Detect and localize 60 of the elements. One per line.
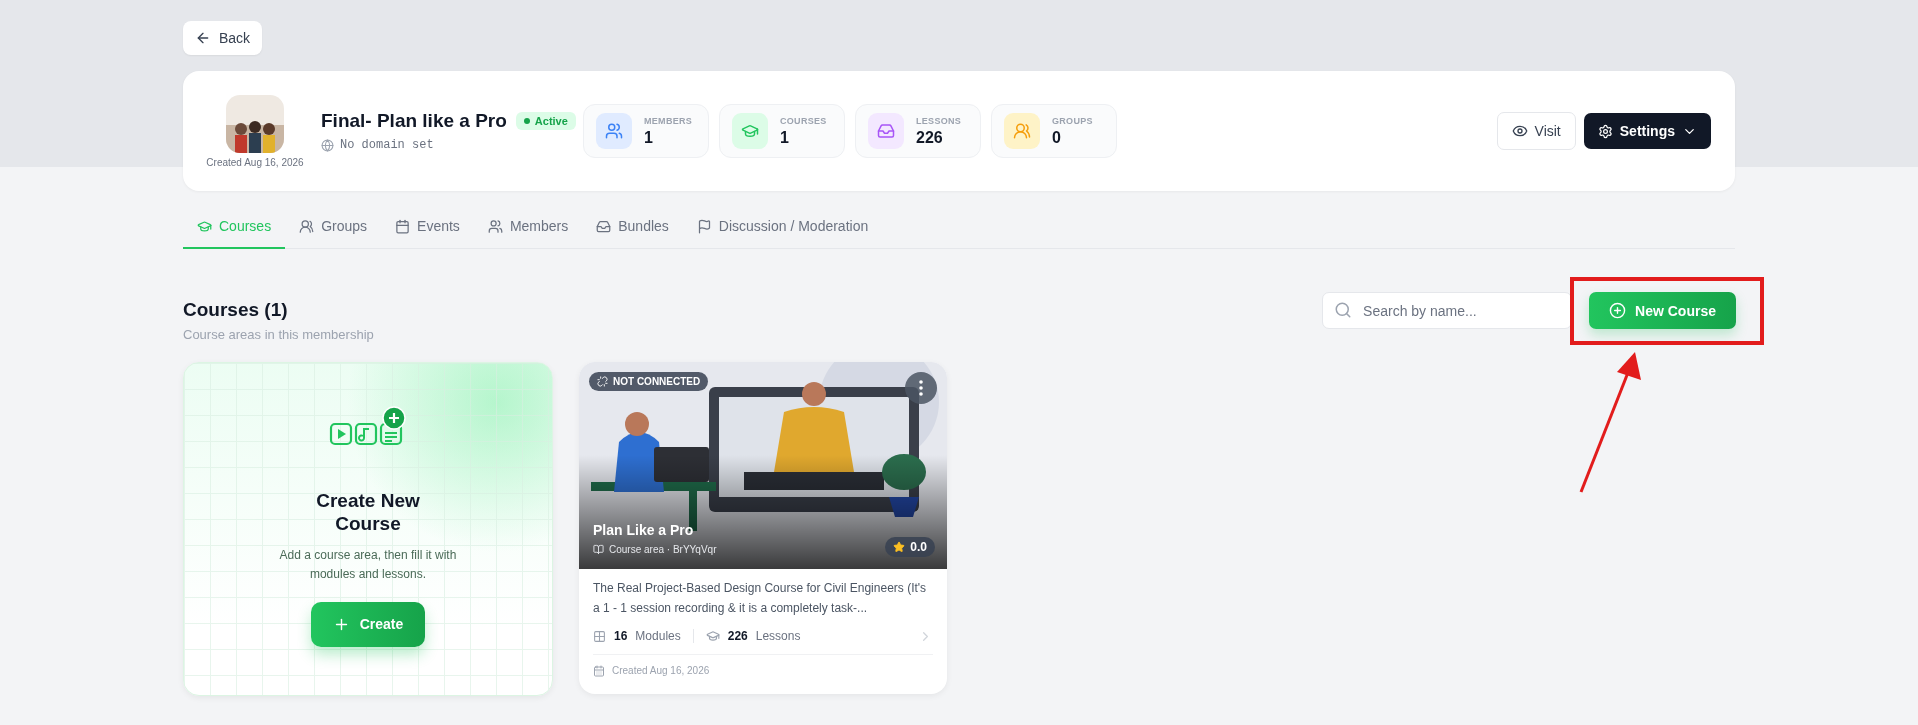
domain-text: No domain set (340, 138, 434, 152)
flag-icon (696, 218, 712, 234)
section-subtitle: Course areas in this membership (183, 327, 374, 342)
new-course-button[interactable]: New Course (1589, 292, 1736, 329)
plus-circle-icon (1609, 302, 1627, 319)
tray-icon (868, 113, 904, 149)
stat-value: 0 (1052, 128, 1062, 147)
tray-icon (596, 218, 612, 234)
tab[interactable]: Members (473, 205, 583, 249)
course-area: Course area · BrYYqVqr (609, 544, 717, 555)
settings-icon (1597, 123, 1613, 139)
course-description: The Real Project-Based Design Course for Civil Engineers (It's a 1 - 1 session recording & it is a completely task-... (593, 580, 928, 617)
calendar-icon (395, 218, 411, 234)
card-title: Create New Course (315, 490, 421, 536)
calendar-icon (593, 664, 605, 677)
modules-label: Modules (635, 629, 681, 644)
settings-button[interactable]: Settings (1583, 113, 1711, 149)
search-field[interactable]: Search by name... (1322, 292, 1573, 329)
graduation-cap-icon (732, 113, 768, 149)
membership-title: Final- Plan like a Pro (321, 110, 507, 132)
card-description: Add a course area, then fill it with modules and lessons. (278, 546, 458, 583)
connection-badge: NOT CONNECTED (589, 372, 709, 391)
status-badge: Active (515, 112, 576, 130)
stat-label: MEMBERS (644, 115, 693, 126)
stat-value: 226 (916, 128, 944, 147)
group-icon (299, 218, 315, 234)
lessons-count: 226 (727, 629, 748, 644)
created-date: Created Aug 16, 2026 (206, 156, 304, 168)
stat-label: COURSES (780, 115, 827, 126)
visit-button[interactable]: Visit (1496, 112, 1576, 150)
grid-icon (593, 629, 606, 643)
stat-value: 1 (780, 128, 790, 147)
graduation-cap-icon (705, 629, 720, 644)
tab[interactable]: Groups (285, 205, 382, 249)
people-icon (487, 218, 503, 234)
course-title: Plan Like a Pro (593, 522, 695, 538)
modules-count: 16 (614, 629, 628, 644)
eye-icon (1511, 123, 1528, 139)
globe-icon (321, 138, 334, 152)
group-icon (1004, 113, 1040, 149)
course-card[interactable] (579, 362, 947, 694)
section-title: Courses (1) (183, 299, 289, 321)
graduation-cap-icon (197, 218, 212, 234)
tab[interactable]: Bundles (582, 205, 683, 249)
stat-label: GROUPS (1052, 115, 1093, 126)
book-icon (593, 544, 604, 555)
stat-label: LESSONS (916, 115, 962, 126)
back-button[interactable]: Back (183, 21, 263, 55)
lessons-label: Lessons (755, 629, 801, 644)
tab[interactable]: Events (381, 205, 474, 249)
unlink-icon (597, 376, 608, 387)
rating-value: 0.0 (910, 540, 927, 554)
search-icon (1334, 301, 1353, 319)
stat-value: 1 (644, 128, 654, 147)
star-icon (893, 541, 906, 553)
people-icon (596, 113, 632, 149)
create-button[interactable]: Create (310, 601, 426, 647)
created-date: Created Aug 16, 2026 (612, 665, 710, 677)
tab[interactable]: Discussion / Moderation (682, 205, 883, 249)
kebab-icon (919, 380, 923, 396)
